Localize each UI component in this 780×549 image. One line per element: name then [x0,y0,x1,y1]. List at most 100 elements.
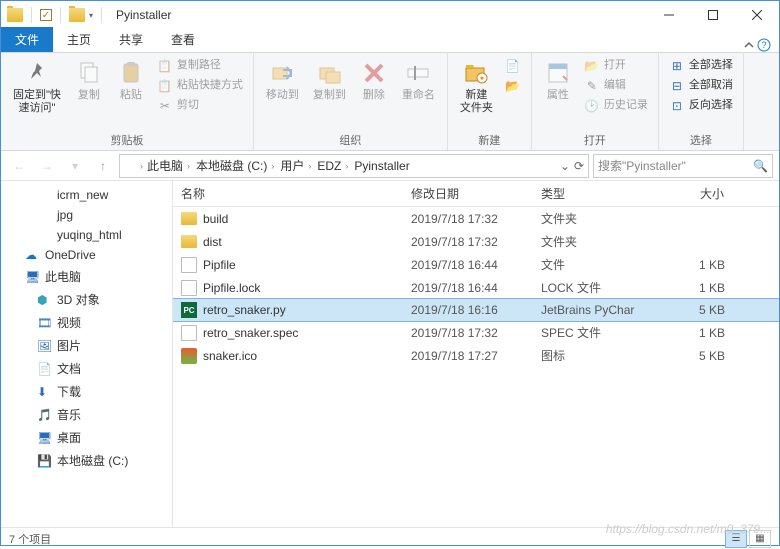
open-button[interactable]: 📂打开 [582,57,650,75]
cut-button[interactable]: ✂剪切 [155,97,245,115]
crumb[interactable]: 用户› [278,157,313,174]
delete-button[interactable]: 删除 [356,57,392,104]
new-folder-button[interactable]: ✦ 新建 文件夹 [456,57,497,117]
crumb[interactable]: EDZ› [315,159,350,173]
tab-share[interactable]: 共享 [105,27,157,52]
pc-icon: 🖥 [25,270,41,284]
file-row[interactable]: PCretro_snaker.py2019/7/18 16:16JetBrain… [173,299,779,321]
file-row[interactable]: snaker.ico2019/7/18 17:27图标5 KB [173,344,779,367]
qat-dropdown-icon[interactable]: ▾ [89,11,93,20]
checkbox-icon[interactable]: ✓ [40,9,52,21]
address-bar: ← → ▾ ↑ › 此电脑› 本地磁盘 (C:)› 用户› EDZ› Pyins… [1,151,779,181]
crumb[interactable]: 此电脑› [145,157,192,174]
item-count: 7 个项目 [9,531,51,547]
tab-view[interactable]: 查看 [157,27,209,52]
chevron-right-icon[interactable]: › [140,161,143,171]
new-item-button[interactable]: 📄 [503,57,523,75]
moveto-button[interactable]: 移动到 [262,57,303,104]
properties-button[interactable]: 属性 [540,57,576,104]
history-button[interactable]: 🕑历史记录 [582,97,650,115]
rename-button[interactable]: 重命名 [398,57,439,104]
dl-icon: ⬇ [37,385,53,399]
invert-selection-button[interactable]: ⊡反向选择 [667,97,735,115]
maximize-button[interactable] [691,1,735,29]
sidebar-item[interactable]: ⬇下载 [1,380,172,403]
group-label: 组织 [262,130,439,148]
edit-button[interactable]: ✎编辑 [582,77,650,95]
select-all-button[interactable]: ⊞全部选择 [667,57,735,75]
column-size[interactable]: 大小 [663,181,733,206]
breadcrumb[interactable]: › 此电脑› 本地磁盘 (C:)› 用户› EDZ› Pyinstaller ⌄… [119,154,589,178]
copy-button[interactable]: 复制 [71,57,107,104]
navigation-pane[interactable]: icrm_newjpgyuqing_html☁OneDrive🖥此电脑⬢3D 对… [1,181,173,527]
folder-icon [37,208,53,222]
paste-shortcut-button[interactable]: 📋粘贴快捷方式 [155,77,245,95]
sidebar-item[interactable]: ☁OneDrive [1,245,172,265]
copy-path-button[interactable]: 📋复制路径 [155,57,245,75]
crumb[interactable]: Pyinstaller [352,159,411,173]
video-icon: 🎞 [37,316,53,330]
up-button[interactable]: ↑ [91,154,115,178]
separator [101,7,102,23]
tab-home[interactable]: 主页 [53,27,105,52]
music-icon: 🎵 [37,408,53,422]
column-headers: 名称 修改日期 类型 大小 [173,181,779,207]
file-row[interactable]: build2019/7/18 17:32文件夹 [173,207,779,230]
ribbon-group-clipboard: 固定到"快 速访问" 复制 粘贴 📋复制路径 📋粘贴快捷方式 ✂剪切 剪贴板 [1,53,254,150]
sidebar-item[interactable]: 🖥此电脑 [1,265,172,288]
ribbon-group-select: ⊞全部选择 ⊟全部取消 ⊡反向选择 选择 [659,53,744,150]
details-view-button[interactable]: ☰ [725,530,747,548]
refresh-icon[interactable]: ⟳ [574,159,584,173]
search-icon[interactable]: 🔍 [753,159,768,173]
doc-icon: 📄 [37,362,53,376]
sidebar-item[interactable]: 💾本地磁盘 (C:) [1,449,172,472]
forward-button[interactable]: → [35,154,59,178]
drive-icon: 💾 [37,454,53,468]
sidebar-item[interactable]: 🖼图片 [1,334,172,357]
desktop-icon: 🖥 [37,431,53,445]
ribbon-group-new: ✦ 新建 文件夹 📄 📂 新建 [448,53,532,150]
pic-icon: 🖼 [37,339,53,353]
copyto-button[interactable]: 复制到 [309,57,350,104]
close-button[interactable] [735,1,779,29]
sidebar-item[interactable]: 📄文档 [1,357,172,380]
quick-access-toolbar: ✓ ▾ [7,7,106,23]
sidebar-item[interactable]: 🎵音乐 [1,403,172,426]
dropdown-icon[interactable]: ⌄ [560,159,570,173]
back-button[interactable]: ← [7,154,31,178]
column-type[interactable]: 类型 [533,181,663,206]
crumb[interactable]: 本地磁盘 (C:)› [194,157,276,174]
minimize-button[interactable] [647,1,691,29]
sidebar-item[interactable]: 🖥桌面 [1,426,172,449]
sidebar-item[interactable]: 🎞视频 [1,311,172,334]
file-row[interactable]: retro_snaker.spec2019/7/18 17:32SPEC 文件1… [173,321,779,344]
select-none-button[interactable]: ⊟全部取消 [667,77,735,95]
file-list: 名称 修改日期 类型 大小 build2019/7/18 17:32文件夹dis… [173,181,779,527]
ribbon-group-organize: 移动到 复制到 删除 重命名 组织 [254,53,448,150]
folder-icon [124,160,138,172]
icons-view-button[interactable]: ▦ [749,530,771,548]
tab-file[interactable]: 文件 [1,27,53,52]
ribbon: 固定到"快 速访问" 复制 粘贴 📋复制路径 📋粘贴快捷方式 ✂剪切 剪贴板 移… [1,53,779,151]
title-bar: ✓ ▾ Pyinstaller [1,1,779,29]
sidebar-item[interactable]: yuqing_html [1,225,172,245]
sidebar-item[interactable]: ⬢3D 对象 [1,288,172,311]
column-date[interactable]: 修改日期 [403,181,533,206]
file-row[interactable]: Pipfile2019/7/18 16:44文件1 KB [173,253,779,276]
easy-access-button[interactable]: 📂 [503,77,523,95]
recent-dropdown[interactable]: ▾ [63,154,87,178]
window-controls [647,1,779,29]
file-row[interactable]: Pipfile.lock2019/7/18 16:44LOCK 文件1 KB [173,276,779,299]
file-row[interactable]: dist2019/7/18 17:32文件夹 [173,230,779,253]
sidebar-item[interactable]: jpg [1,205,172,225]
paste-button[interactable]: 粘贴 [113,57,149,104]
help-icon[interactable]: ? [757,38,771,52]
sidebar-item[interactable]: icrm_new [1,185,172,205]
ribbon-group-open: 属性 📂打开 ✎编辑 🕑历史记录 打开 [532,53,659,150]
folder-icon [7,8,23,22]
window-title: Pyinstaller [116,8,171,22]
pin-button[interactable]: 固定到"快 速访问" [9,57,65,117]
column-name[interactable]: 名称 [173,181,403,206]
search-input[interactable]: 搜索"Pyinstaller" 🔍 [593,154,773,178]
ribbon-collapse[interactable]: ? [735,38,779,52]
